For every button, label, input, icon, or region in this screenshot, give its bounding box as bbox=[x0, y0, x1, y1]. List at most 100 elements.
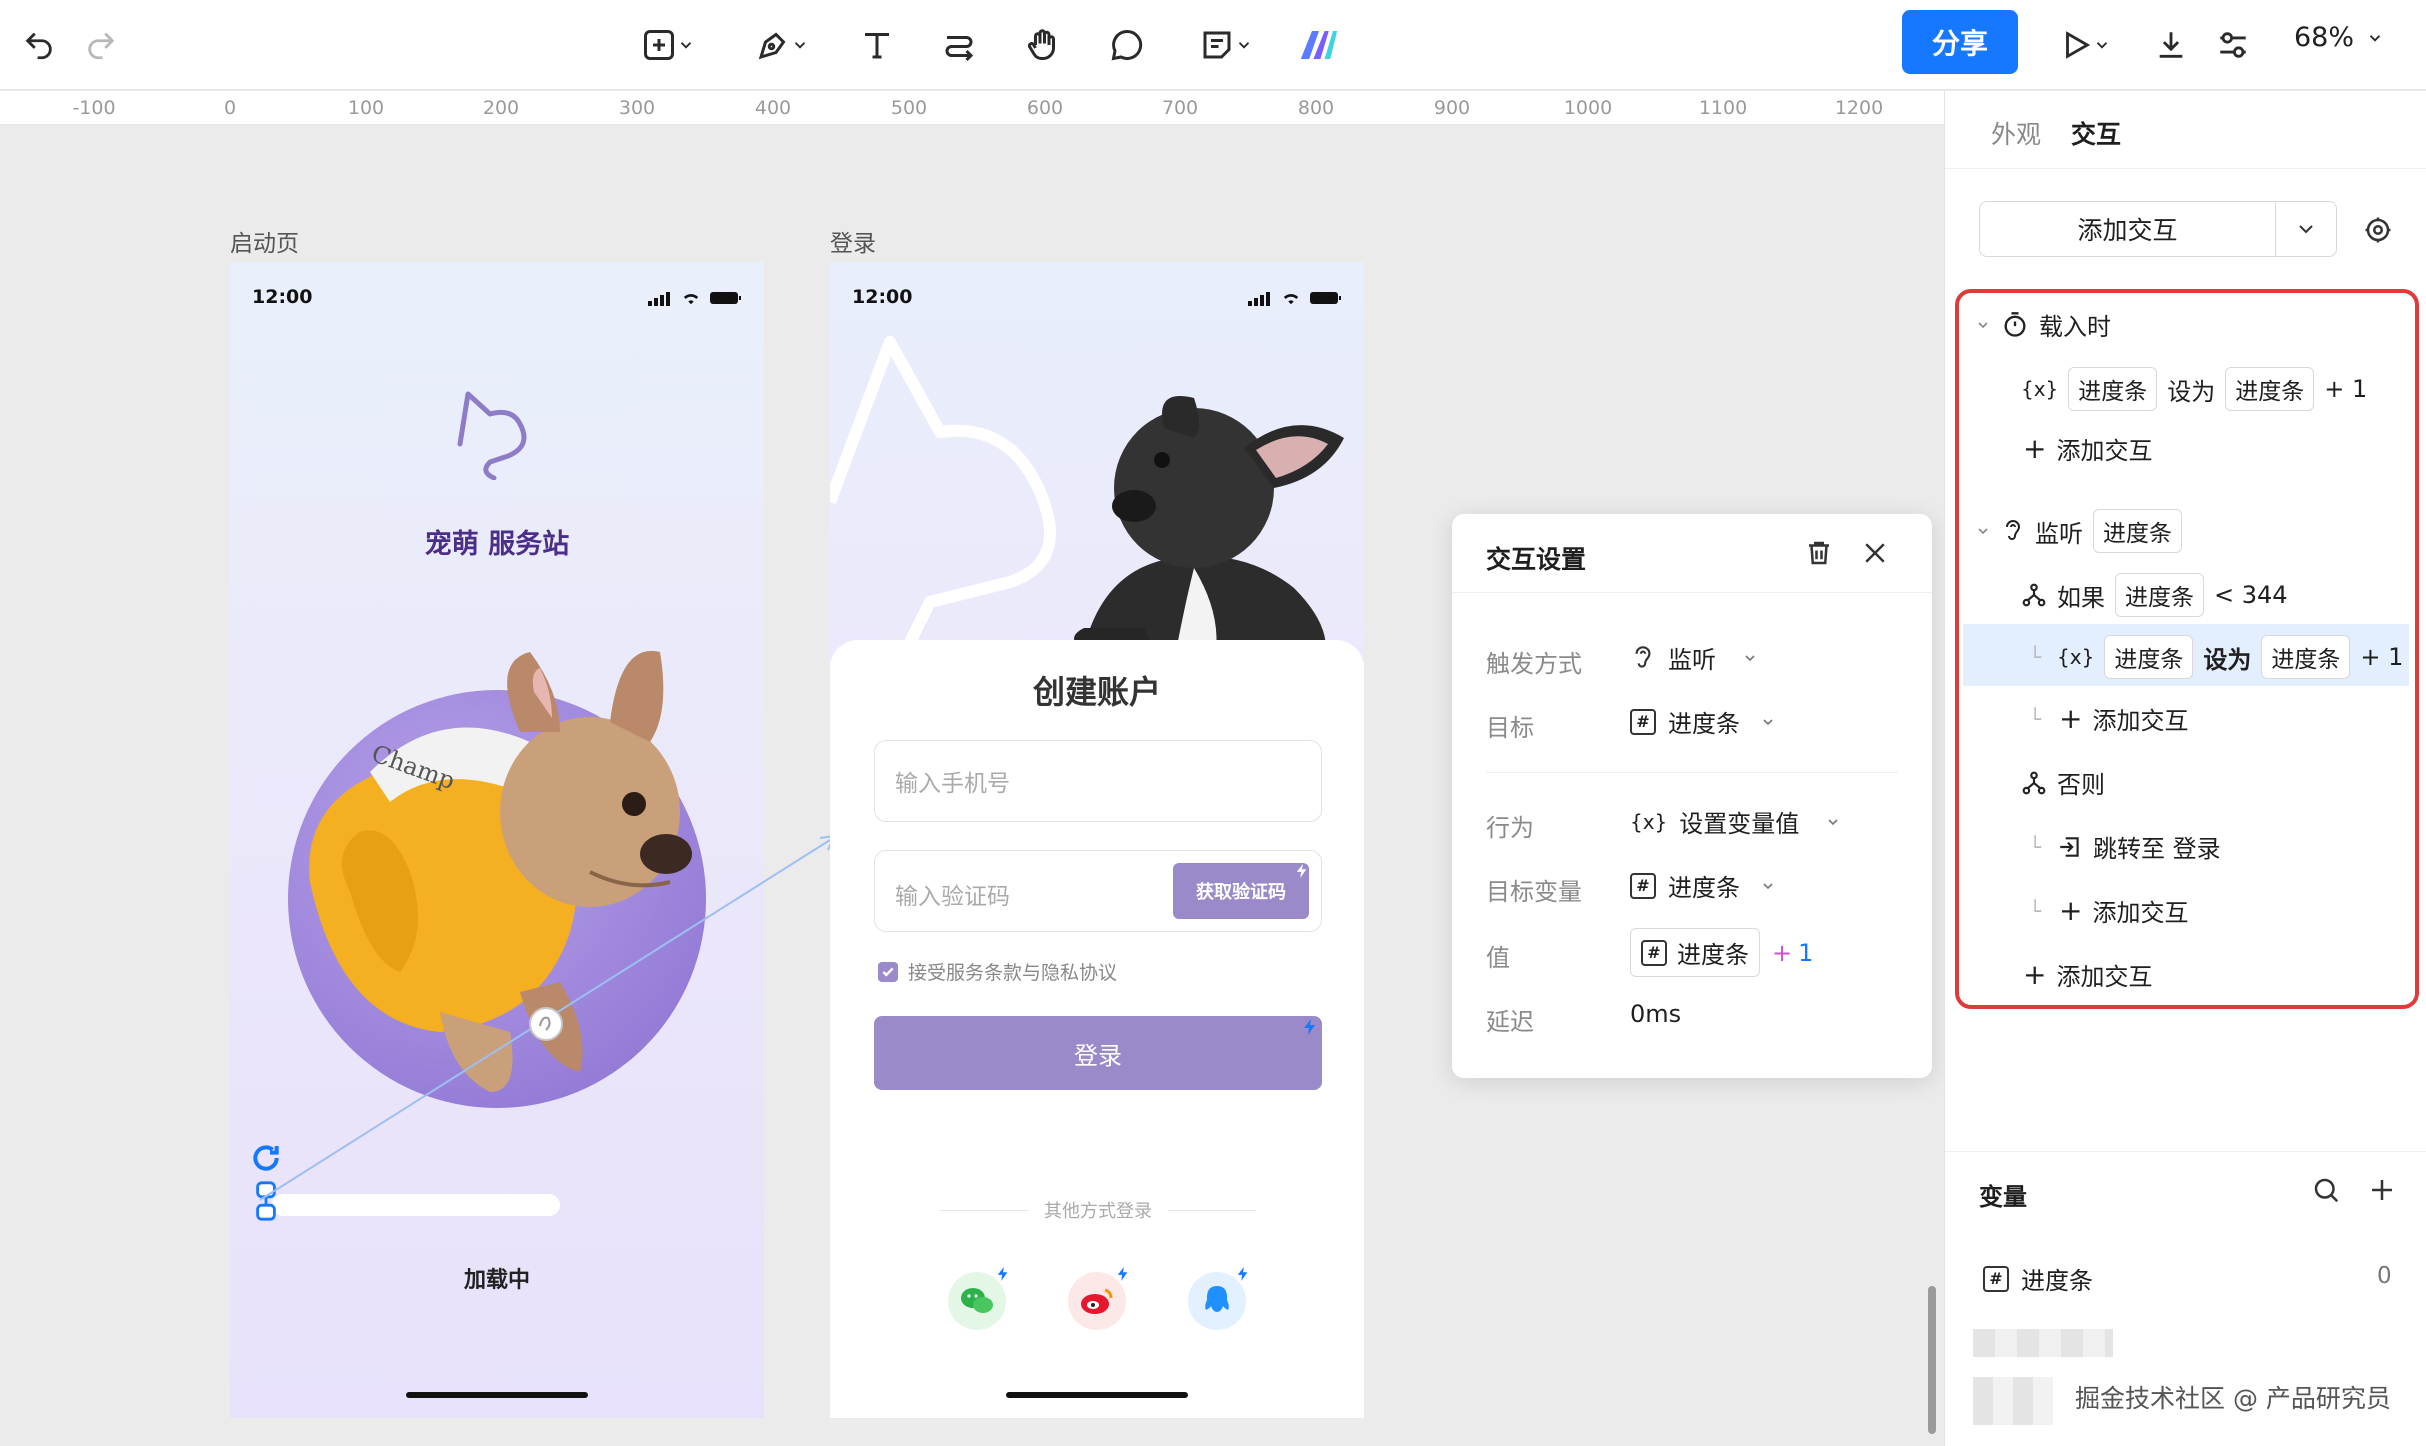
status-time: 12:00 bbox=[252, 286, 313, 308]
popup-title: 交互设置 bbox=[1486, 545, 1587, 574]
action-label: 行为 bbox=[1486, 814, 1534, 842]
login-button[interactable]: 登录 bbox=[874, 1016, 1322, 1090]
text-tool-icon[interactable] bbox=[854, 18, 900, 72]
cat-logo-icon bbox=[457, 391, 527, 480]
login-frame[interactable]: 12:00 创建账户 输入手机号 输入验证码 获取验证码 接受服务条款与隐私协议… bbox=[830, 262, 1364, 1418]
target-var-value: 进度条 bbox=[1668, 874, 1740, 902]
annotation-highlight-box bbox=[1955, 289, 2419, 1009]
ear-icon bbox=[1635, 645, 1651, 668]
qq-icon bbox=[1205, 1286, 1229, 1312]
lightning-badge-icon bbox=[1304, 1019, 1315, 1035]
redo-icon[interactable] bbox=[76, 18, 126, 72]
preview-play-icon[interactable] bbox=[2050, 18, 2120, 72]
tab-appearance[interactable]: 外观 bbox=[1991, 115, 2041, 151]
interaction-connector[interactable] bbox=[250, 820, 840, 1210]
undo-icon[interactable] bbox=[14, 18, 64, 72]
variable-braces-icon: {x} bbox=[1630, 809, 1668, 834]
value-label: 值 bbox=[1486, 944, 1510, 972]
connector-tool-icon[interactable] bbox=[936, 18, 982, 72]
other-login-text: 其他方式登录 bbox=[1044, 1201, 1152, 1222]
blurred-row bbox=[1973, 1329, 2113, 1357]
delete-icon[interactable] bbox=[1804, 538, 1834, 568]
code-input[interactable]: 输入验证码 bbox=[895, 877, 1010, 911]
add-interaction-dropdown[interactable] bbox=[2276, 202, 2336, 256]
create-account-title: 创建账户 bbox=[1032, 673, 1161, 711]
add-interaction-control: 添加交互 bbox=[1979, 201, 2337, 257]
delay-label: 延迟 bbox=[1486, 1008, 1534, 1036]
trigger-value: 监听 bbox=[1668, 646, 1716, 674]
value-chip[interactable]: # 进度条 bbox=[1630, 928, 1760, 977]
chevron-down-icon bbox=[2299, 225, 2313, 234]
frame-label-splash[interactable]: 启动页 bbox=[230, 224, 299, 258]
blurred-row bbox=[1973, 1377, 2053, 1425]
target-settings-icon[interactable] bbox=[2363, 215, 2393, 245]
home-indicator bbox=[1006, 1392, 1188, 1398]
ruler-tick: 500 bbox=[890, 97, 928, 119]
tab-interaction[interactable]: 交互 bbox=[2071, 115, 2121, 151]
code-input-wrap: 输入验证码 获取验证码 bbox=[874, 850, 1322, 932]
target-var-select[interactable]: # 进度条 bbox=[1630, 868, 1776, 903]
get-code-button[interactable]: 获取验证码 bbox=[1173, 863, 1309, 919]
target-label: 目标 bbox=[1486, 714, 1534, 742]
delay-value[interactable]: 0ms bbox=[1630, 1000, 1681, 1028]
add-interaction-button[interactable]: 添加交互 bbox=[1980, 202, 2276, 256]
pen-tool-icon[interactable] bbox=[742, 18, 822, 72]
ruler-tick: 200 bbox=[482, 97, 520, 119]
value-operator: + bbox=[1772, 938, 1793, 967]
number-variable-icon: # bbox=[1983, 1265, 2009, 1292]
divider bbox=[1452, 592, 1932, 593]
divider bbox=[1945, 1151, 2426, 1152]
agree-text: 接受服务条款与隐私协议 bbox=[908, 962, 1118, 984]
ruler-tick: -100 bbox=[72, 97, 116, 119]
signal-icon bbox=[1248, 292, 1270, 306]
add-variable-icon[interactable] bbox=[2367, 1175, 2397, 1205]
canvas-scrollbar[interactable] bbox=[1928, 1286, 1936, 1434]
close-icon[interactable] bbox=[1860, 538, 1890, 568]
status-icons bbox=[648, 290, 742, 306]
download-icon[interactable] bbox=[2148, 18, 2194, 72]
number-variable-icon: # bbox=[1630, 708, 1656, 735]
insert-frame-icon[interactable] bbox=[628, 18, 708, 72]
ruler-tick: 600 bbox=[1026, 97, 1064, 119]
right-inspector-panel: 外观 交互 添加交互 载入时 {x} 进度条 设为 进度条 + 1 + 添加交互… bbox=[1944, 91, 2426, 1446]
note-tool-icon[interactable] bbox=[1186, 18, 1266, 72]
comment-tool-icon[interactable] bbox=[1104, 18, 1150, 72]
wechat-icon bbox=[961, 1288, 993, 1313]
signal-icon bbox=[648, 292, 670, 306]
lightning-badge-icon bbox=[1237, 1267, 1248, 1281]
ruler-tick: 1000 bbox=[1563, 97, 1613, 119]
value-chip-text: 进度条 bbox=[1677, 941, 1749, 969]
ruler-tick: 400 bbox=[754, 97, 792, 119]
action-select[interactable]: {x} 设置变量值 bbox=[1630, 804, 1841, 839]
chevron-down-icon bbox=[1828, 818, 1838, 825]
agree-checkbox[interactable] bbox=[878, 961, 898, 982]
number-variable-icon: # bbox=[1630, 872, 1656, 899]
ruler-tick: 700 bbox=[1161, 97, 1199, 119]
settings-sliders-icon[interactable] bbox=[2210, 18, 2256, 72]
zoom-control[interactable]: 68% bbox=[2294, 22, 2384, 53]
share-button[interactable]: 分享 bbox=[1902, 10, 2018, 74]
trigger-select[interactable]: 监听 bbox=[1630, 640, 1758, 675]
lightning-badge-icon bbox=[997, 1267, 1008, 1281]
target-select[interactable]: # 进度条 bbox=[1630, 704, 1776, 739]
hand-tool-icon[interactable] bbox=[1020, 18, 1066, 72]
status-time: 12:00 bbox=[852, 286, 913, 308]
lightning-badge-icon bbox=[1117, 1267, 1128, 1281]
zoom-level: 68% bbox=[2294, 22, 2355, 53]
phone-input[interactable]: 输入手机号 bbox=[874, 740, 1322, 822]
value-expression[interactable]: # 进度条 + 1 bbox=[1630, 928, 1813, 977]
variable-row[interactable]: # 进度条 bbox=[1983, 1261, 2093, 1296]
divider bbox=[1945, 168, 2426, 169]
ai-plugin-icon[interactable] bbox=[1294, 18, 1344, 72]
status-icons bbox=[1248, 290, 1342, 306]
interaction-settings-popup: 交互设置 触发方式 监听 目标 # 进度条 行为 {x} 设置变量值 目标变量 … bbox=[1452, 514, 1932, 1078]
search-icon[interactable] bbox=[2311, 1175, 2341, 1205]
brand-title: 宠萌 服务站 bbox=[424, 529, 570, 560]
frame-label-login[interactable]: 登录 bbox=[830, 224, 876, 258]
value-number[interactable]: 1 bbox=[1798, 939, 1813, 967]
variables-title: 变量 bbox=[1979, 1183, 2027, 1211]
chevron-down-icon bbox=[1763, 882, 1773, 889]
chevron-down-icon bbox=[2369, 34, 2381, 42]
chevron-down-icon bbox=[1745, 654, 1755, 661]
battery-icon bbox=[710, 292, 741, 304]
